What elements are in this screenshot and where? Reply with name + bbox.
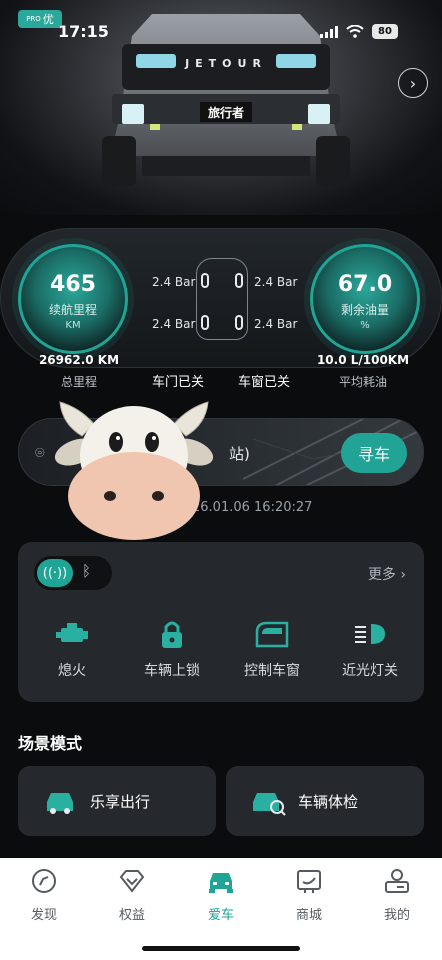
bluetooth-icon[interactable]: ᛒ [82,562,91,580]
wheel-rl [201,315,209,330]
control-window[interactable]: 控制车窗 [224,618,320,680]
hero-banner: JETOUR 旅行者 PRO 优 17:15 80 › [0,0,442,215]
plate-text: 旅行者 [208,105,244,120]
status-time: 17:15 [58,22,109,41]
connection-mode-toggle[interactable]: ((·)) ᛒ [34,556,112,590]
tire-rear-right: 2.4 Bar [254,317,298,331]
home-indicator [142,946,300,951]
network-mode-icon[interactable]: ((·)) [37,559,73,587]
window-icon [254,618,290,650]
fuel-value: 67.0 [337,272,393,297]
control-headlight[interactable]: 近光灯关 [322,618,418,680]
tab-label: 商城 [295,908,322,923]
control-label: 控制车窗 [244,663,300,679]
status-bar: PRO 优 17:15 80 [0,0,442,60]
location-pin-icon: ⌾ [35,443,45,462]
fuel-label: 剩余油量 [340,303,389,317]
lock-icon [154,618,190,650]
fuel-gauge: 67.0 剩余油量 % [310,244,420,354]
car-check-icon [253,793,286,816]
range-gauge-dial [18,244,128,354]
more-label: 更多 [367,567,396,583]
vehicle-dashboard: 465 续航里程 KM 26962.0 KM 总里程 67.0 剩余油量 % 1… [0,228,442,390]
more-link[interactable]: 更多 › [368,564,406,584]
tab-label: 权益 [118,908,145,923]
tab-profile[interactable]: 我的 [367,868,427,923]
tire-diagram [196,258,248,340]
tab-label: 发现 [30,908,57,923]
car-icon [209,873,233,893]
range-gauge: 465 续航里程 KM [18,244,128,354]
tire-front-right: 2.4 Bar [254,275,298,289]
battery-indicator: 80 [372,24,398,39]
find-car-button[interactable]: 寻车 [341,433,407,473]
compass-icon [32,869,56,893]
tab-benefits[interactable]: 权益 [102,868,162,923]
fuel-unit: % [360,320,370,331]
scene-vehicle-check[interactable]: 车辆体检 [226,766,424,836]
signal-icon [320,25,338,38]
tab-shop[interactable]: 商城 [279,868,339,923]
bottom-tab-bar: 发现 权益 爱车 商城 我的 [0,858,442,960]
window-status: 车窗已关 [238,375,291,390]
control-label: 车辆上锁 [144,663,200,679]
control-lock[interactable]: 车辆上锁 [124,618,220,680]
control-engine-off[interactable]: 熄火 [24,618,120,680]
app-badge: PRO 优 [18,10,62,28]
control-label: 熄火 [58,663,86,679]
shop-icon [297,870,321,893]
scene-mode-title: 场景模式 [18,734,83,753]
chevron-right-icon: › [400,567,406,583]
location-text: 站) [229,445,250,463]
engine-icon [54,618,90,650]
headlight-icon [352,618,388,650]
tab-discover[interactable]: 发现 [14,868,74,923]
scene-label: 乐享出行 [90,793,151,811]
diamond-icon [119,870,145,893]
profile-icon [385,869,409,893]
range-unit: KM [65,320,81,331]
tire-front-left: 2.4 Bar [152,275,196,289]
wheel-rr [235,315,243,330]
app-badge-sub: PRO [26,15,41,23]
scene-label: 车辆体检 [298,793,359,811]
next-vehicle-button[interactable]: › [398,68,428,98]
fuel-gauge-dial [310,244,420,354]
scene-travel[interactable]: 乐享出行 [18,766,216,836]
total-mileage-value: 26962.0 KM [38,353,120,367]
tab-my-car[interactable]: 爱车 [191,868,251,923]
tab-label: 爱车 [207,908,234,923]
car-icon [47,793,73,814]
tab-label: 我的 [383,908,410,923]
wheel-fl [201,273,209,288]
app-badge-label: 优 [42,13,54,26]
wifi-icon [346,25,364,38]
range-label: 续航里程 [48,303,97,317]
wheel-fr [235,273,243,288]
avg-consumption-value: 10.0 L/100KM [316,353,410,367]
avg-consumption-label: 平均耗油 [338,375,387,389]
range-value: 465 [50,272,96,297]
tire-rear-left: 2.4 Bar [152,317,196,331]
cow-face-sticker [54,401,214,540]
control-label: 近光灯关 [342,663,398,679]
remote-control-card: ((·)) ᛒ 更多 › 熄火 车辆上锁 控制车窗 近光灯关 [18,542,424,702]
status-icons: 80 [320,24,398,39]
chevron-right-icon: › [409,73,417,93]
